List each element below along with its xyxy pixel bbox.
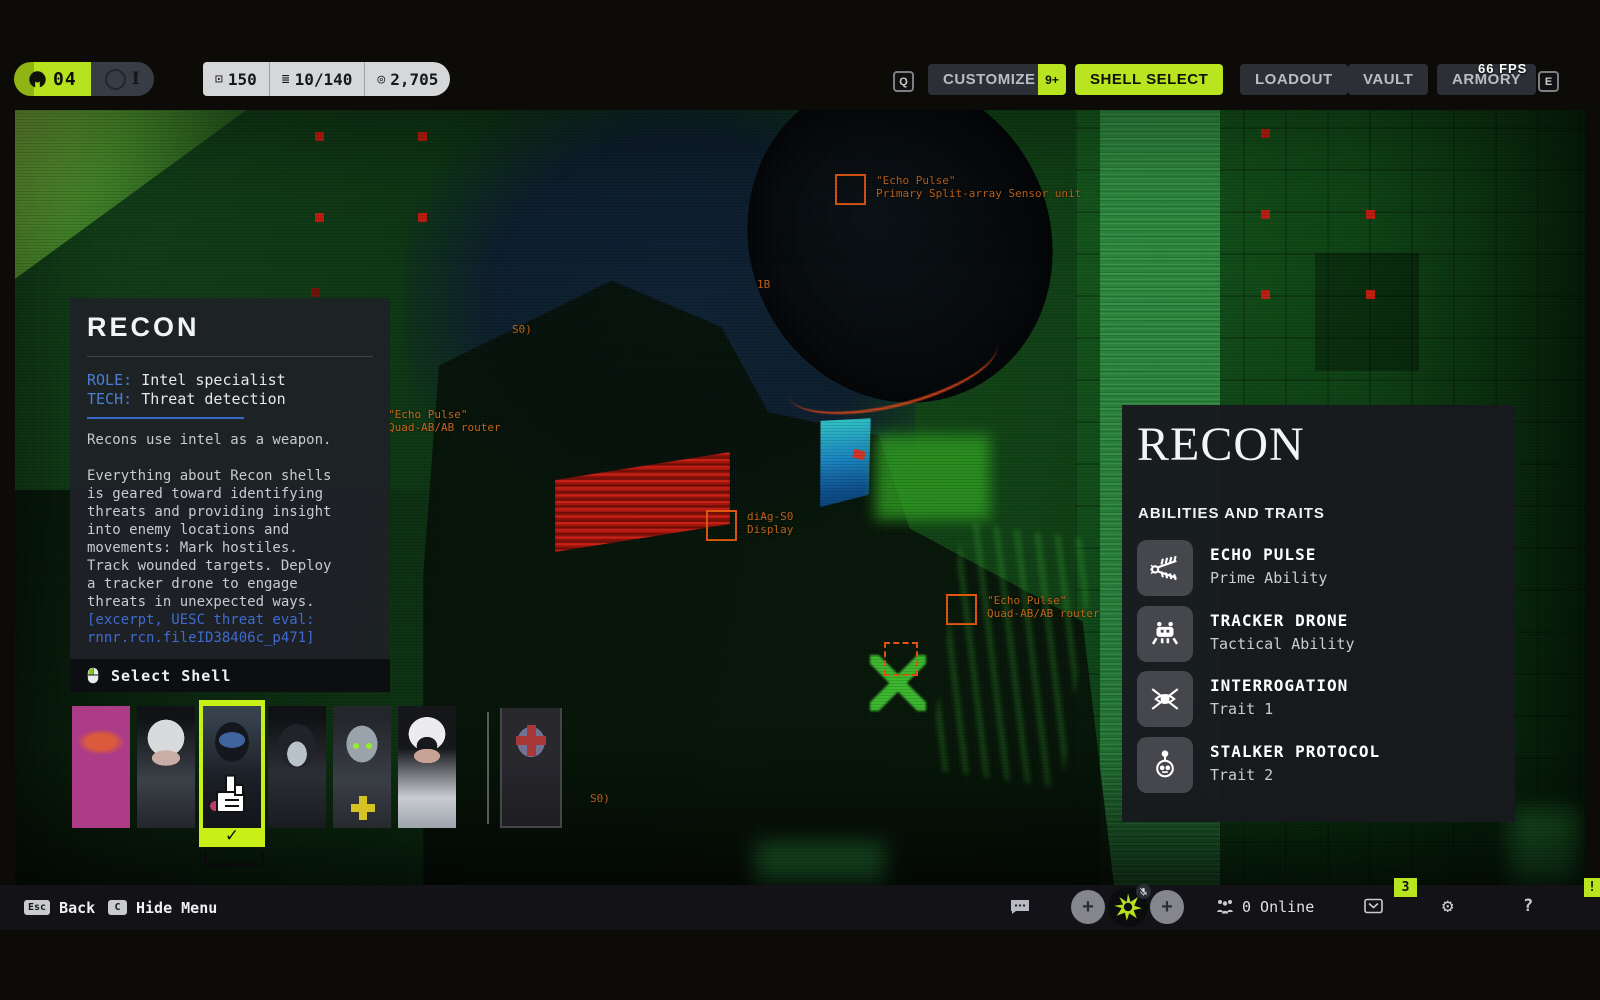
party-slot-add-button[interactable]: + xyxy=(1071,890,1105,924)
back-label: Back xyxy=(59,899,95,917)
ability-row-echo-pulse: ECHO PULSE Prime Ability xyxy=(1137,540,1497,596)
shell-thumbnail-1[interactable] xyxy=(72,706,130,828)
tracker-drone-icon xyxy=(1148,617,1182,651)
stat-credits: ◎ 2,705 xyxy=(365,62,450,96)
stat-tokens: ⊡ 150 xyxy=(203,62,270,96)
ability-name: STALKER PROTOCOL xyxy=(1210,742,1380,761)
scene-annotation: "Echo Pulse"Quad-AB/AB router xyxy=(388,408,501,434)
settings-gear-icon[interactable]: ⚙ xyxy=(1442,895,1453,917)
ability-row-interrogation: INTERROGATION Trait 1 xyxy=(1137,671,1497,727)
square-token-icon: ⊡ xyxy=(215,72,223,87)
ability-tile xyxy=(1137,737,1193,793)
shell-summary: Recons use intel as a weapon. xyxy=(87,431,373,449)
footer-bar: Esc Back C Hide Menu + + 0 Online xyxy=(0,885,1600,930)
thumbnail-divider xyxy=(487,712,489,824)
plus-icon: + xyxy=(1082,896,1094,919)
player-avatar[interactable] xyxy=(1108,887,1148,927)
locked-shell-portrait xyxy=(502,708,560,826)
stat-tier: ≣ 10/140 xyxy=(270,62,366,96)
hide-menu-button[interactable]: C Hide Menu xyxy=(108,885,217,930)
tab-shell-select[interactable]: SHELL SELECT xyxy=(1075,64,1223,95)
customize-badge: 9+ xyxy=(1038,64,1066,95)
echo-pulse-icon xyxy=(1148,551,1182,585)
ability-row-stalker-protocol: STALKER PROTOCOL Trait 2 xyxy=(1137,737,1497,793)
shell-count-badge: 04 xyxy=(14,62,91,96)
ability-name: TRACKER DRONE xyxy=(1210,611,1348,630)
party-slot-add-button[interactable]: + xyxy=(1150,890,1184,924)
role-label: ROLE: xyxy=(87,371,132,389)
hand-cursor-icon xyxy=(213,774,249,820)
selected-check-icon: ✓ xyxy=(199,826,265,846)
tier-lines-icon: ≣ xyxy=(282,72,290,87)
hud-stats: ⊡ 150 ≣ 10/140 ◎ 2,705 xyxy=(203,62,450,96)
selected-bracket xyxy=(204,852,264,866)
mouse-left-click-icon xyxy=(87,667,99,684)
ability-tile xyxy=(1137,671,1193,727)
stat-value: 10/140 xyxy=(295,70,353,89)
shell-thumbnail-3-selected[interactable]: ✓ xyxy=(199,700,265,847)
hide-menu-label: Hide Menu xyxy=(136,899,217,917)
select-shell-label: Select Shell xyxy=(111,667,231,685)
ability-type: Trait 2 xyxy=(1210,766,1273,784)
shell-count: 04 xyxy=(53,69,77,90)
shell-excerpt-link: [excerpt, UESC threat eval: rnnr.rcn.fil… xyxy=(87,611,373,647)
shell-helmet-icon xyxy=(28,70,47,89)
mail-icon[interactable] xyxy=(1364,898,1383,914)
fps-counter: 66 FPS xyxy=(1478,61,1527,76)
abilities-panel: RECON ABILITIES AND TRAITS ECHO PULSE Pr… xyxy=(1122,405,1515,822)
yellow-cross-detail xyxy=(359,796,367,820)
ability-name: INTERROGATION xyxy=(1210,676,1348,695)
back-button[interactable]: Esc Back xyxy=(24,885,95,930)
mode-value: I xyxy=(132,69,140,89)
mode-badge: I xyxy=(91,62,154,96)
abilities-heading: ABILITIES AND TRAITS xyxy=(1138,505,1325,522)
ability-tile xyxy=(1137,606,1193,662)
role-value: Intel specialist xyxy=(141,371,286,389)
plus-icon: + xyxy=(1161,896,1173,919)
empty-circle-icon xyxy=(105,69,126,90)
ability-row-tracker-drone: TRACKER DRONE Tactical Ability xyxy=(1137,606,1497,662)
shell-thumbnail-6[interactable] xyxy=(398,706,456,828)
chat-icon[interactable] xyxy=(1010,899,1030,915)
tech-value: Threat detection xyxy=(141,390,286,408)
ability-tile xyxy=(1137,540,1193,596)
shell-thumbnail-7[interactable] xyxy=(500,708,562,828)
divider xyxy=(87,356,373,357)
tab-vault[interactable]: VAULT xyxy=(1348,64,1428,95)
hud-shell-pill: 04 I xyxy=(14,62,154,96)
shell-select-screen: "Echo Pulse"Primary Split-array Sensor u… xyxy=(0,0,1600,1000)
prev-tab-keycap: Q xyxy=(893,71,914,92)
help-button[interactable]: ? xyxy=(1523,896,1533,916)
ability-name: ECHO PULSE xyxy=(1210,545,1316,564)
blue-rule xyxy=(87,417,244,419)
next-tab-keycap: E xyxy=(1538,71,1559,92)
stat-value: 150 xyxy=(228,70,257,89)
tab-loadout[interactable]: LOADOUT xyxy=(1240,64,1348,95)
alert-badge: ! xyxy=(1584,878,1600,897)
ability-type: Tactical Ability xyxy=(1210,635,1355,653)
credits-coin-icon: ◎ xyxy=(377,72,385,87)
online-people-icon xyxy=(1215,898,1235,915)
online-count[interactable]: 0 Online xyxy=(1242,898,1314,916)
esc-keycap: Esc xyxy=(24,900,50,915)
shell-thumbnail-5[interactable] xyxy=(333,706,391,828)
interrogation-icon xyxy=(1148,682,1182,716)
stat-value: 2,705 xyxy=(390,70,438,89)
shell-thumbnail-2[interactable] xyxy=(137,706,195,828)
mail-count-badge: 3 xyxy=(1394,878,1417,897)
red-cross-detail xyxy=(527,725,536,756)
abilities-shell-title: RECON xyxy=(1137,419,1305,471)
shell-description: Everything about Recon shells is geared … xyxy=(87,467,373,611)
select-shell-button[interactable]: Select Shell xyxy=(70,659,390,692)
stalker-protocol-icon xyxy=(1148,748,1182,782)
shell-thumbnail-4[interactable] xyxy=(268,706,326,828)
mic-muted-badge xyxy=(1136,884,1151,899)
ability-type: Trait 1 xyxy=(1210,700,1273,718)
shell-name-title: RECON xyxy=(87,312,373,343)
tab-customize[interactable]: CUSTOMIZE xyxy=(928,64,1051,95)
tech-label: TECH: xyxy=(87,390,132,408)
shell-info-panel: RECON ROLE: Intel specialist TECH: Threa… xyxy=(70,298,390,692)
ability-type: Prime Ability xyxy=(1210,569,1327,587)
c-keycap: C xyxy=(108,900,127,915)
